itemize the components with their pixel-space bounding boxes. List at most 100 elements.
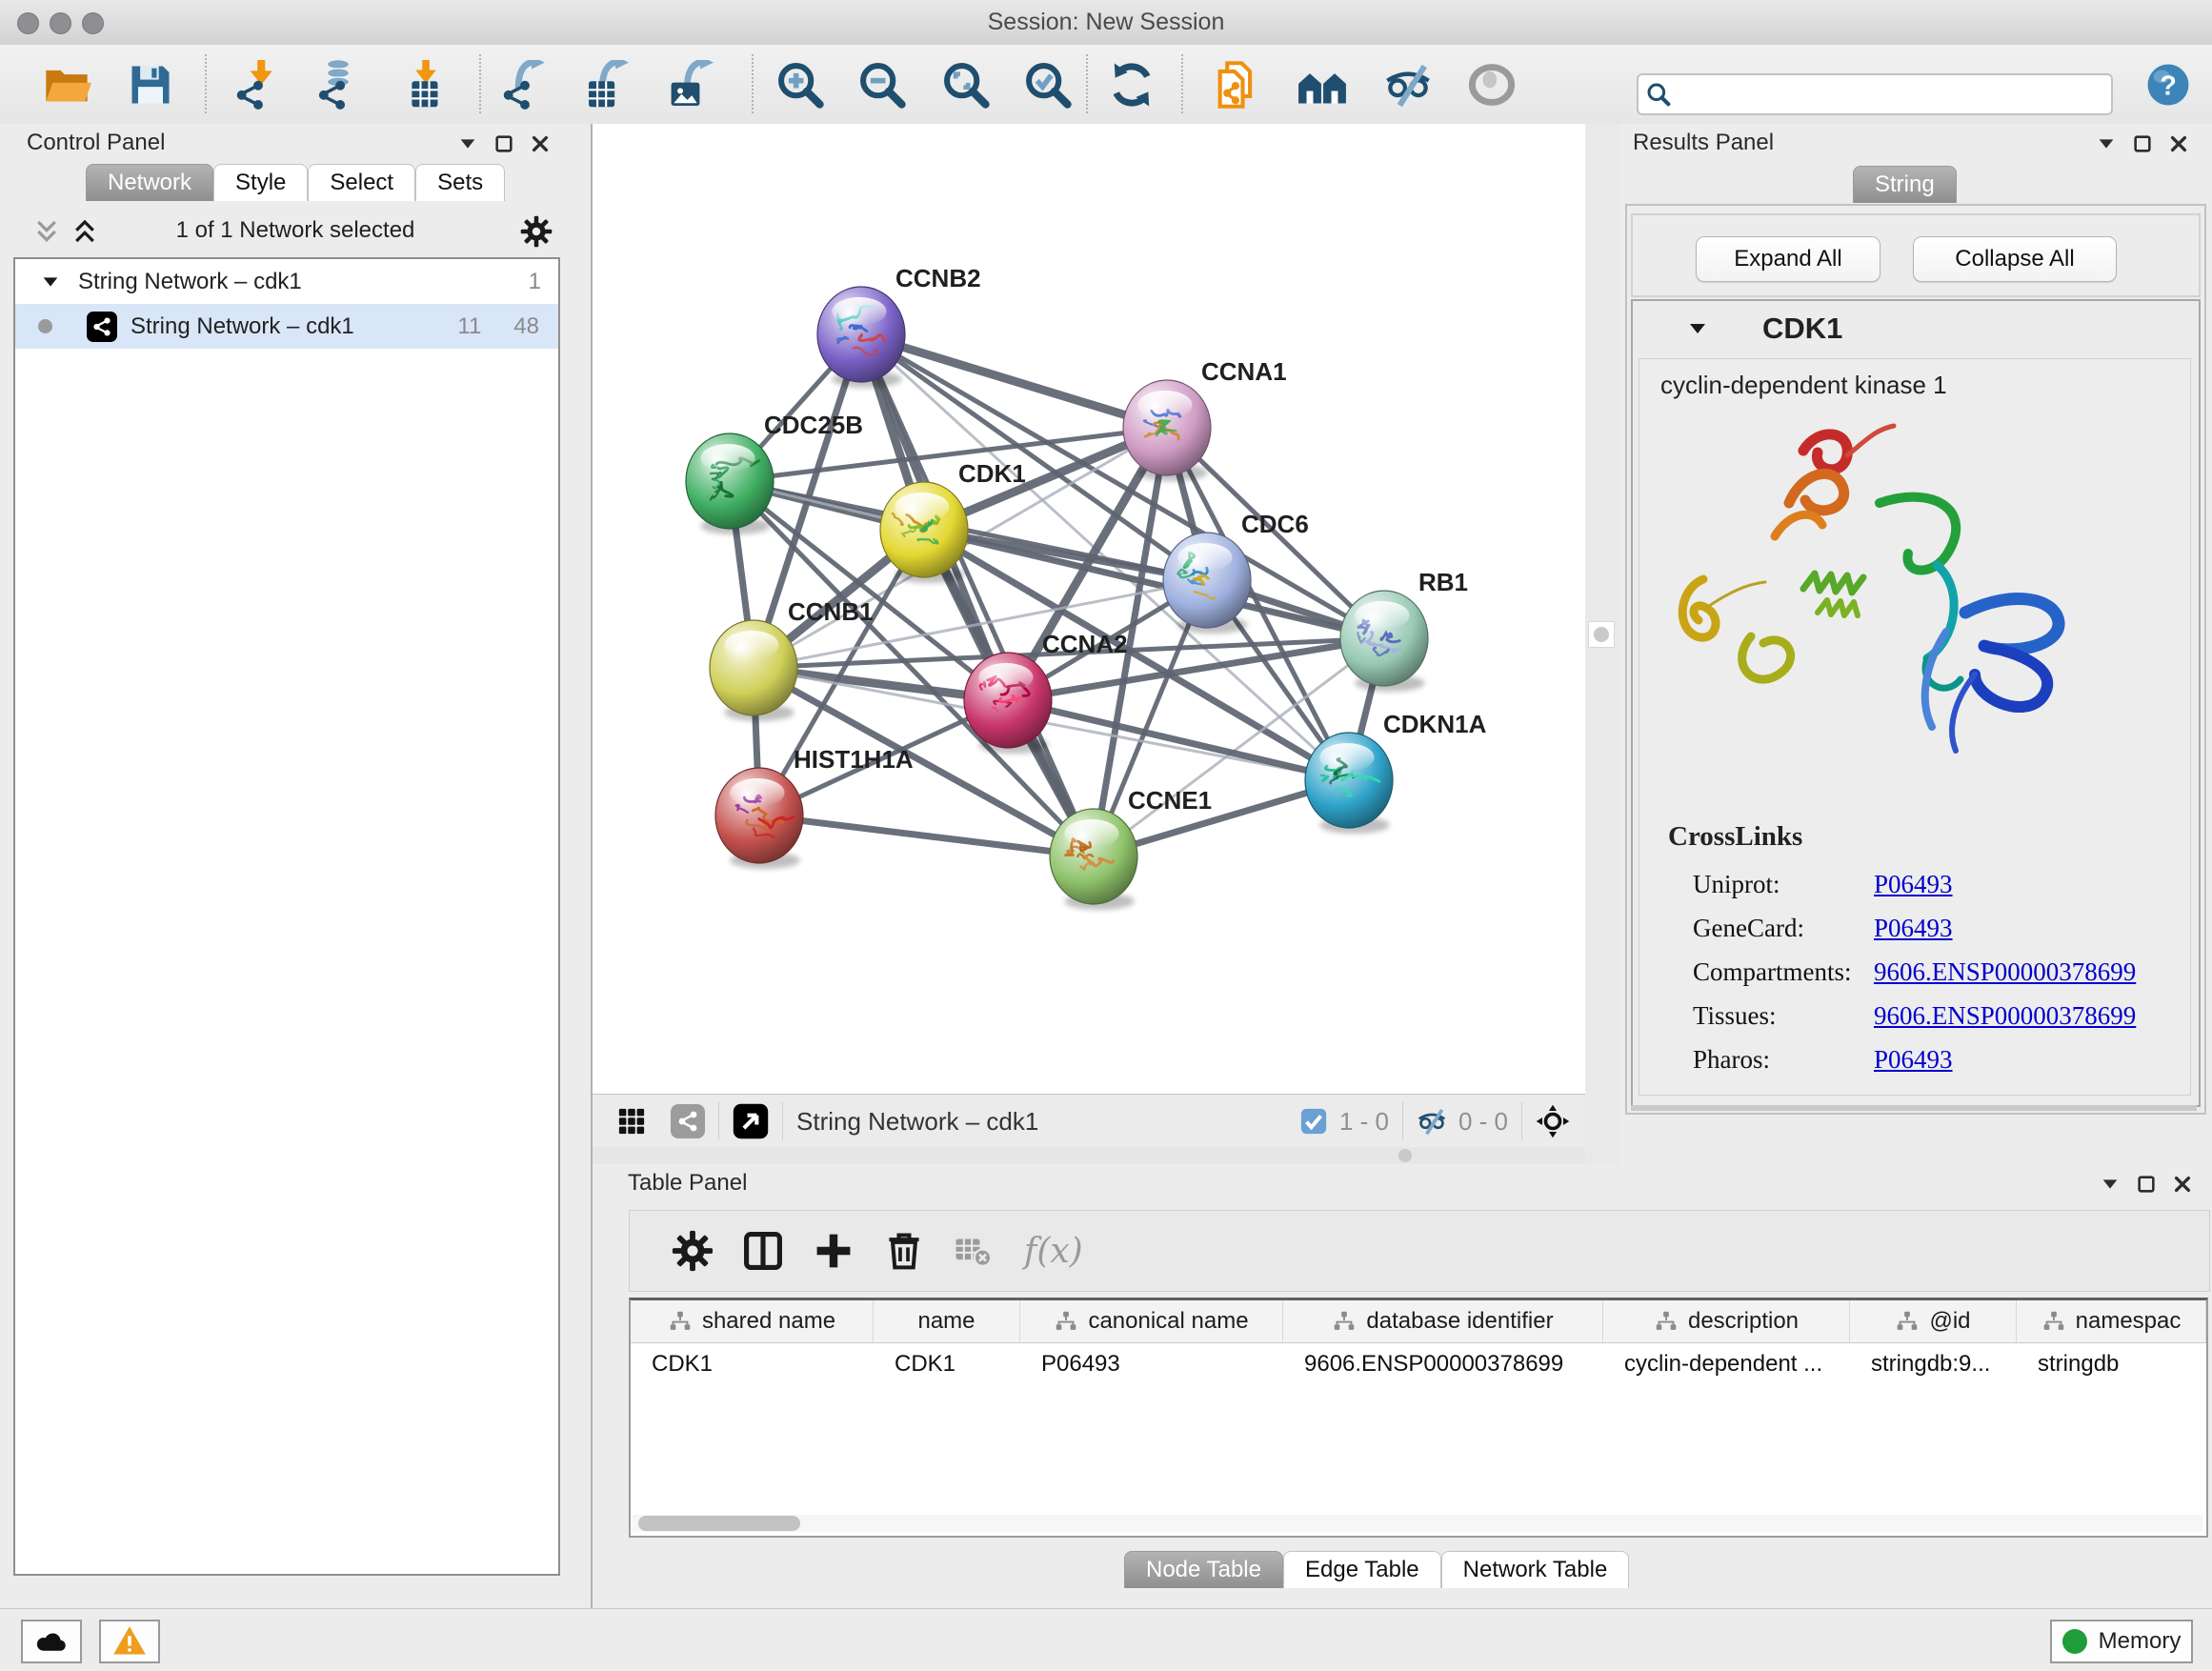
help-icon[interactable] [2140,56,2197,113]
results-scrollbar[interactable] [1631,1105,2197,1111]
gene-card: CDK1 cyclin-dependent kinase 1 [1631,299,2201,1107]
crosslink-value-link[interactable]: P06493 [1874,1045,1953,1075]
splitter-handle[interactable] [1398,1149,1412,1162]
crosslink-row: Uniprot:P06493 [1693,862,2169,906]
application-window: Session: New Session [0,0,2212,1671]
zoom-out-icon[interactable] [854,56,911,113]
save-session-button[interactable] [122,56,179,113]
network-node-CCNE1[interactable] [1050,809,1137,910]
node-label-CCNB2: CCNB2 [895,264,981,292]
network-options-gear-icon[interactable] [520,215,553,248]
panel-close-icon[interactable] [530,133,551,154]
memory-button[interactable]: Memory [2050,1620,2193,1663]
network-node-CCNB2[interactable] [817,287,905,388]
gene-description: cyclin-dependent kinase 1 [1660,371,1947,400]
network-node-CDC6[interactable] [1163,533,1251,634]
panel-float-icon[interactable] [2132,133,2153,154]
panel-close-icon[interactable] [2172,1174,2193,1195]
fit-content-crosshair-icon[interactable] [1536,1104,1570,1138]
network-node-CCNA1[interactable] [1123,380,1211,481]
import-network-file-icon[interactable] [230,56,287,113]
export-network-icon[interactable] [496,56,553,113]
zoom-in-icon[interactable] [772,56,829,113]
column-header-@id[interactable]: @id [1850,1300,2017,1342]
panel-close-icon[interactable] [2168,133,2189,154]
string-home-icon[interactable] [1294,56,1351,113]
panel-float-icon[interactable] [493,133,514,154]
network-canvas[interactable]: CCNB2CCNA1CDC25BCDK1CDC6RB1CCNB1CCNA2CDK… [593,124,1585,1094]
horizontal-splitter[interactable] [593,1147,1585,1164]
selected-checkbox-icon[interactable] [1299,1107,1328,1136]
column-header-description[interactable]: description [1603,1300,1850,1342]
grid-view-icon[interactable] [617,1107,646,1136]
tab-select[interactable]: Select [308,164,415,201]
network-row-selected[interactable]: String Network – cdk1 11 48 [15,304,558,349]
column-header-namespac[interactable]: namespac [2017,1300,2206,1342]
gene-collapse-icon[interactable] [1686,317,1709,340]
network-node-CCNB1[interactable] [710,620,797,721]
collection-expand-icon[interactable] [40,272,61,292]
panel-collapse-icon[interactable] [2100,1174,2121,1195]
column-header-database-identifier[interactable]: database identifier [1283,1300,1603,1342]
tab-network[interactable]: Network [86,164,213,201]
tab-sets[interactable]: Sets [415,164,505,201]
table-settings-gear-icon[interactable] [672,1230,714,1272]
crosslink-value-link[interactable]: P06493 [1874,870,1953,899]
show-columns-icon[interactable] [742,1230,784,1272]
vertical-splitter[interactable] [1585,124,1622,1164]
crosslink-value-link[interactable]: 9606.ENSP00000378699 [1874,957,2136,987]
network-collection-row[interactable]: String Network – cdk1 1 [15,259,558,304]
network-graph[interactable]: CCNB2CCNA1CDC25BCDK1CDC6RB1CCNB1CCNA2CDK… [593,124,1585,1094]
panel-collapse-icon[interactable] [2096,133,2117,154]
hide-enhanced-labels-icon[interactable] [1379,56,1437,113]
tab-network-table[interactable]: Network Table [1441,1551,1630,1588]
network-node-CDKN1A[interactable] [1305,733,1393,834]
hidden-eye-icon[interactable] [1417,1106,1447,1137]
crosslink-value-link[interactable]: P06493 [1874,914,1953,943]
string-import-icon[interactable] [1208,56,1265,113]
panel-float-icon[interactable] [2136,1174,2157,1195]
control-panel-tabs: NetworkStyleSelectSets [86,164,505,201]
panel-collapse-icon[interactable] [457,133,478,154]
node-label-CDC25B: CDC25B [764,411,863,439]
node-table[interactable]: shared namenamecanonical name database id… [629,1298,2208,1538]
table-cell: cyclin-dependent ... [1603,1343,1850,1385]
cloud-status-button[interactable] [21,1620,82,1663]
tab-node-table[interactable]: Node Table [1124,1551,1283,1588]
add-column-icon[interactable] [813,1230,855,1272]
export-table-icon[interactable] [578,56,635,113]
collapse-all-networks-icon[interactable] [32,217,61,246]
expand-all-networks-icon[interactable] [70,217,99,246]
column-header-canonical-name[interactable]: canonical name [1020,1300,1283,1342]
warnings-button[interactable] [99,1620,160,1663]
network-node-RB1[interactable] [1340,591,1428,692]
gene-card-header[interactable]: CDK1 [1633,301,2199,356]
table-horizontal-scrollbar[interactable] [633,1515,2202,1532]
scrollbar-thumb[interactable] [638,1516,800,1531]
column-header-shared-name[interactable]: shared name [631,1300,874,1342]
collapse-all-button[interactable]: Collapse All [1913,236,2117,282]
birdseye-view-icon[interactable] [733,1103,769,1139]
table-row[interactable]: CDK1CDK1P064939606.ENSP00000378699cyclin… [631,1343,2206,1385]
zoom-selected-icon[interactable] [1019,56,1076,113]
open-session-button[interactable] [38,56,95,113]
splitter-handle[interactable] [1588,621,1615,648]
delete-column-icon[interactable] [883,1230,925,1272]
import-network-database-icon[interactable] [310,56,367,113]
import-table-icon[interactable] [397,56,454,113]
network-node-HIST1H1A[interactable] [715,768,803,869]
tab-edge-table[interactable]: Edge Table [1283,1551,1441,1588]
share-network-icon[interactable] [671,1104,705,1138]
refresh-icon[interactable] [1103,56,1160,113]
network-node-CDC25B[interactable] [686,433,774,534]
column-header-name[interactable]: name [874,1300,1020,1342]
search-input[interactable] [1679,78,2111,111]
glass-ball-effect-icon[interactable] [1463,56,1520,113]
column-label: database identifier [1366,1308,1553,1335]
tab-style[interactable]: Style [213,164,308,201]
crosslink-value-link[interactable]: 9606.ENSP00000378699 [1874,1001,2136,1031]
expand-all-button[interactable]: Expand All [1696,236,1880,282]
zoom-fit-icon[interactable] [937,56,995,113]
export-image-icon[interactable] [663,56,720,113]
tab-string[interactable]: String [1853,166,1957,203]
